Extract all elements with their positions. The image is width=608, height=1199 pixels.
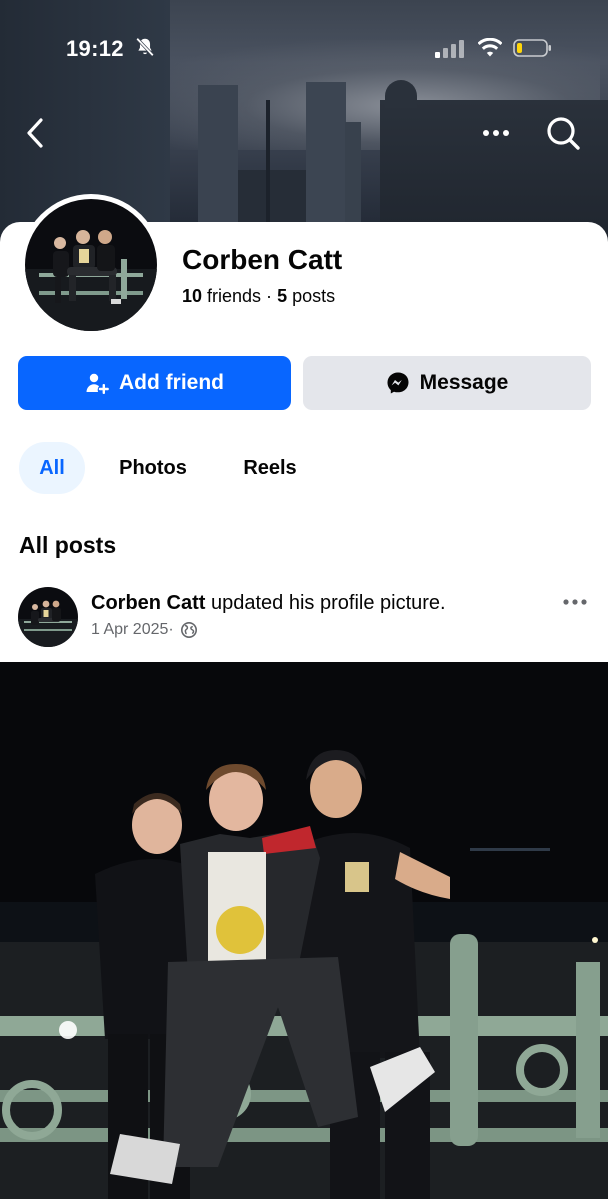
profile-picture bbox=[25, 199, 157, 331]
message-button[interactable]: Message bbox=[303, 356, 591, 410]
message-label: Message bbox=[419, 371, 509, 394]
globe-icon bbox=[180, 622, 197, 638]
friends-count: 10 bbox=[182, 286, 203, 306]
signal-icon bbox=[435, 40, 464, 58]
posts-count: 5 bbox=[277, 286, 288, 306]
post-headline: Corben Catt updated his profile picture. bbox=[91, 592, 446, 615]
battery-low-icon bbox=[513, 39, 551, 57]
tab-all[interactable]: All bbox=[19, 442, 85, 494]
post-meta: 1 Apr 2025 · bbox=[91, 621, 198, 639]
bell-slash-icon bbox=[136, 37, 154, 57]
post-photo[interactable] bbox=[0, 662, 608, 1199]
post-date[interactable]: 1 Apr 2025 bbox=[91, 621, 168, 639]
messenger-icon bbox=[387, 372, 409, 394]
tab-photos[interactable]: Photos bbox=[104, 442, 202, 494]
wifi-icon bbox=[478, 38, 502, 57]
post-author-avatar[interactable] bbox=[18, 587, 78, 647]
add-friend-label: Add friend bbox=[119, 371, 224, 394]
profile-stats[interactable]: 10 friends · 5 posts bbox=[182, 286, 335, 307]
post-options-icon[interactable] bbox=[560, 592, 590, 612]
tab-reels[interactable]: Reels bbox=[230, 442, 310, 494]
search-icon[interactable] bbox=[544, 114, 582, 152]
posts-label: posts bbox=[287, 286, 336, 306]
status-time: 19:12 bbox=[66, 36, 124, 61]
add-person-icon bbox=[86, 373, 109, 394]
friends-label: friends · bbox=[202, 286, 278, 306]
status-bar: 19:12 bbox=[0, 0, 608, 100]
section-title: All posts bbox=[19, 532, 117, 558]
profile-avatar[interactable] bbox=[20, 194, 162, 336]
post-meta-separator: · bbox=[168, 621, 174, 638]
post-author[interactable]: Corben Catt bbox=[91, 592, 205, 614]
add-friend-button[interactable]: Add friend bbox=[18, 356, 291, 410]
post-action: updated his profile picture. bbox=[205, 592, 446, 614]
profile-name: Corben Catt bbox=[182, 244, 343, 275]
more-horizontal-icon[interactable] bbox=[478, 120, 514, 146]
back-chevron-icon[interactable] bbox=[22, 116, 50, 150]
